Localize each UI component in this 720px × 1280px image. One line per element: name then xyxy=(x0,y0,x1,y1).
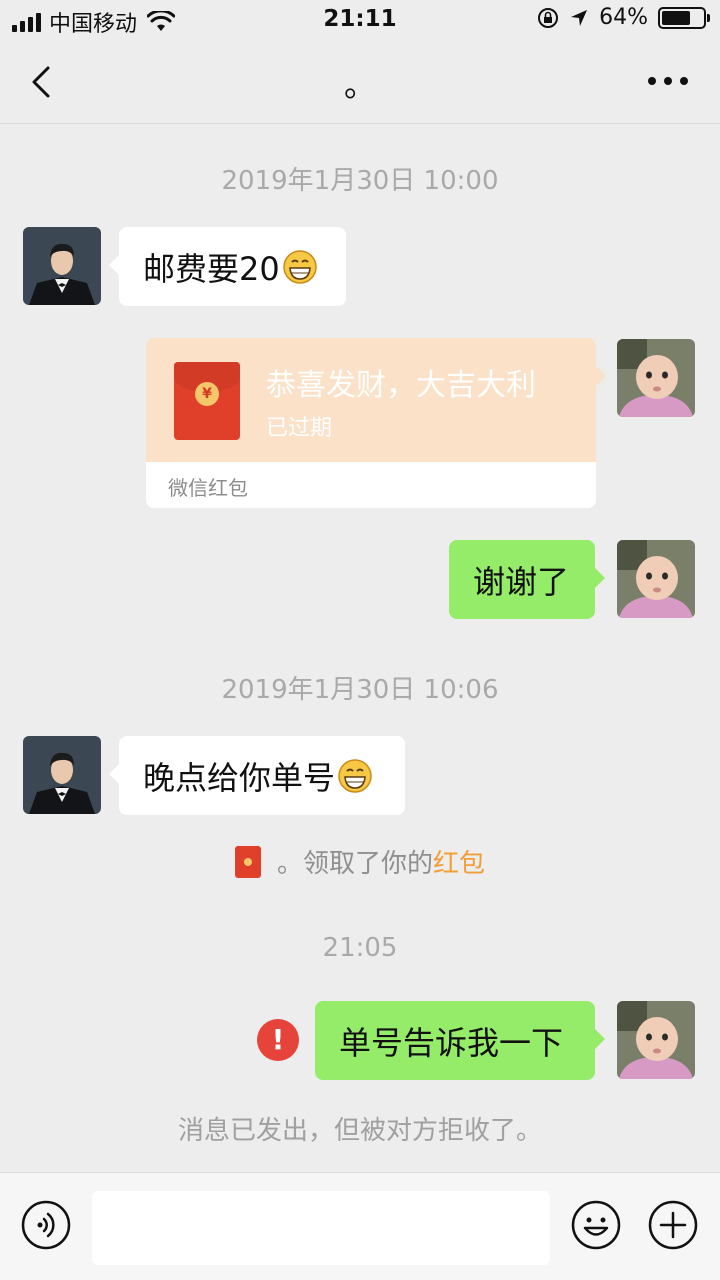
red-packet-status: 已过期 xyxy=(266,416,333,441)
red-packet-link[interactable]: 红包 xyxy=(433,849,485,879)
battery-percent: 64% xyxy=(599,5,648,30)
battery-icon xyxy=(658,6,710,29)
message-text: 晚点给你单号 xyxy=(143,758,336,797)
message-text: 谢谢了 xyxy=(473,562,570,601)
contact-avatar[interactable] xyxy=(23,736,101,814)
chat-title: 。 xyxy=(343,66,376,104)
red-envelope-icon xyxy=(234,845,261,878)
my-avatar[interactable] xyxy=(617,1001,695,1079)
message-input[interactable] xyxy=(92,1191,550,1265)
red-envelope-icon: ¥ xyxy=(174,362,240,440)
input-bar xyxy=(0,1172,720,1280)
red-packet-card[interactable]: ¥ 恭喜发财，大吉大利 已过期 微信红包 xyxy=(146,338,596,508)
contact-avatar[interactable] xyxy=(23,227,101,305)
red-packet-footer: 微信红包 xyxy=(168,476,248,500)
my-avatar[interactable] xyxy=(617,540,695,618)
ellipsis-icon[interactable] xyxy=(646,66,690,96)
message-bubble[interactable]: 邮费要20 xyxy=(109,227,346,306)
message-text: 邮费要20 xyxy=(143,249,280,288)
message-text: 单号告诉我一下 xyxy=(339,1023,564,1062)
message-rejected-note: 消息已发出，但被对方拒收了。 xyxy=(177,1116,542,1146)
message-bubble[interactable]: 谢谢了 xyxy=(449,540,605,619)
timestamp: 2019年1月30日 10:00 xyxy=(221,166,499,196)
timestamp: 21:05 xyxy=(322,933,398,963)
bubble-tail xyxy=(596,366,606,386)
voice-icon[interactable] xyxy=(20,1199,72,1251)
send-failed-icon[interactable]: ! xyxy=(257,1019,299,1061)
message-bubble[interactable]: 单号告诉我一下 xyxy=(315,1001,605,1080)
notice-text: 。领取了你的 xyxy=(276,849,433,879)
status-bar: 中国移动 21:11 64% xyxy=(0,0,720,40)
red-packet-received-notice: 。领取了你的红包 xyxy=(0,843,720,881)
location-icon xyxy=(571,9,588,26)
smiley-icon[interactable] xyxy=(570,1199,622,1251)
grinning-emoji-icon xyxy=(338,758,372,793)
message-bubble[interactable]: 晚点给你单号 xyxy=(109,736,405,815)
red-packet-title: 恭喜发财，大吉大利 xyxy=(266,368,536,403)
grinning-emoji-icon xyxy=(282,249,317,284)
timestamp: 2019年1月30日 10:06 xyxy=(221,675,499,705)
my-avatar[interactable] xyxy=(617,339,695,417)
plus-circle-icon[interactable] xyxy=(647,1199,699,1251)
orientation-lock-icon xyxy=(538,7,559,28)
chat-header: 。 xyxy=(0,40,720,124)
